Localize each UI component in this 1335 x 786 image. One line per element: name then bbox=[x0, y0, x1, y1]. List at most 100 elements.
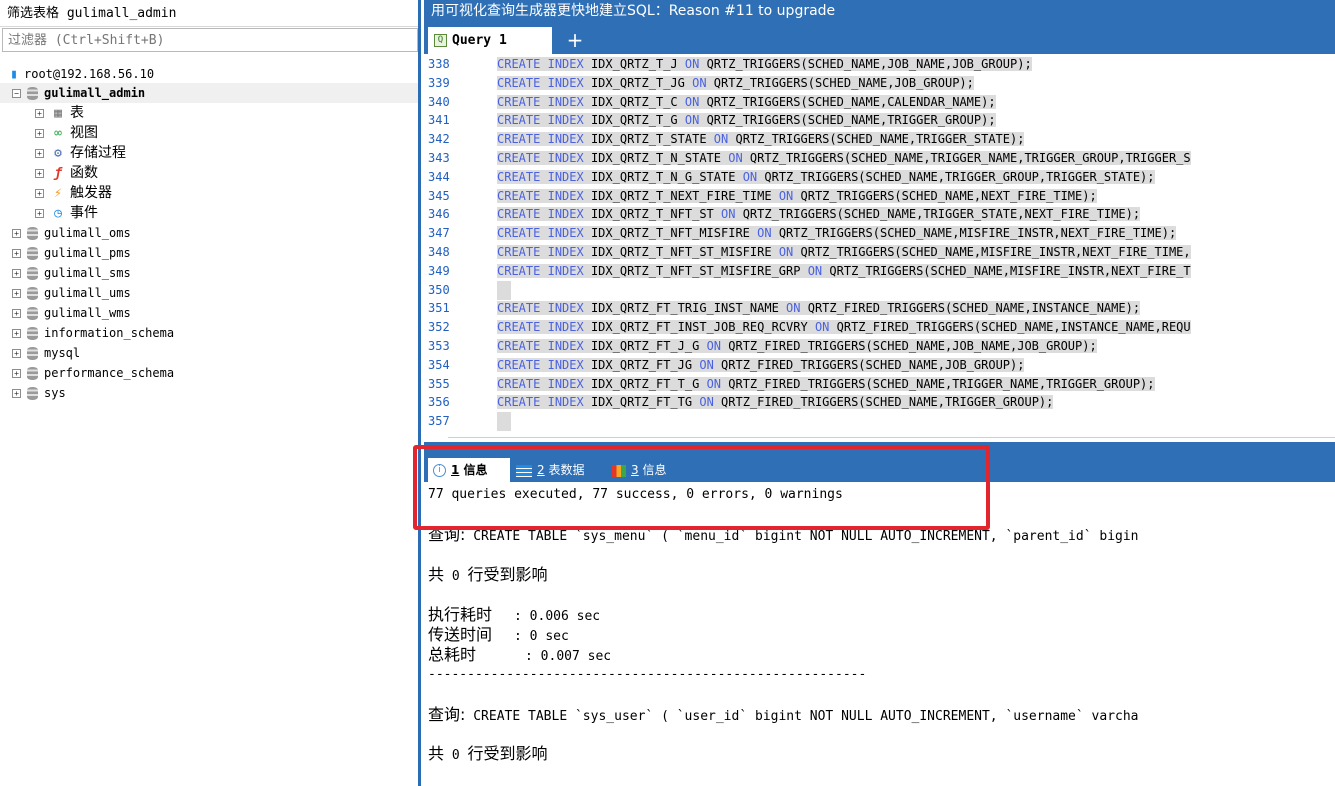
code-line[interactable]: 342 CREATE INDEX IDX_QRTZ_T_STATE ON QRTZ… bbox=[424, 130, 1335, 149]
code-line[interactable]: 345 CREATE INDEX IDX_QRTZ_T_NEXT_FIRE_TIM… bbox=[424, 187, 1335, 206]
code-line[interactable]: 339 CREATE INDEX IDX_QRTZ_T_JG ON QRTZ_TR… bbox=[424, 74, 1335, 93]
server-icon: ▮ bbox=[10, 66, 18, 82]
database-icon bbox=[27, 87, 38, 100]
code-line[interactable]: 338 CREATE INDEX IDX_QRTZ_T_J ON QRTZ_TRI… bbox=[424, 55, 1335, 74]
exec-value: : 0.006 sec bbox=[514, 609, 601, 624]
code-line[interactable]: 352 CREATE INDEX IDX_QRTZ_FT_INST_JOB_REQ… bbox=[424, 318, 1335, 337]
tree-category-procedures[interactable]: + ⚙ 存储过程 bbox=[35, 143, 126, 163]
add-tab-button[interactable]: + bbox=[565, 27, 585, 54]
expand-icon[interactable]: + bbox=[12, 349, 21, 358]
db-node[interactable]: + information_schema bbox=[12, 323, 174, 343]
category-label: 表 bbox=[70, 105, 84, 121]
tree-category-functions[interactable]: + ƒ 函数 bbox=[35, 163, 98, 183]
sql-identifier: QRTZ_TRIGGERS(SCHED_NAME,JOB_NAME,JOB_GR… bbox=[706, 57, 1032, 71]
tree-category-views[interactable]: + ∞ 视图 bbox=[35, 123, 98, 143]
line-number: 344 bbox=[428, 169, 450, 184]
sql-identifier: IDX_QRTZ_T_C bbox=[590, 94, 678, 109]
db-node-active[interactable]: − gulimall_admin bbox=[0, 83, 418, 103]
tab-info[interactable]: 3 信息 bbox=[612, 458, 666, 482]
db-node[interactable]: + performance_schema bbox=[12, 363, 174, 383]
panel-splitter[interactable] bbox=[424, 442, 1335, 456]
query-label: 查询: bbox=[428, 525, 466, 544]
connection-node[interactable]: ▮ root@192.168.56.10 bbox=[8, 64, 154, 84]
total-label: 总耗时 bbox=[428, 645, 477, 664]
sql-identifier: QRTZ_FIRED_TRIGGERS(SCHED_NAME,JOB_NAME,… bbox=[728, 339, 1097, 353]
db-node[interactable]: + gulimall_ums bbox=[12, 283, 131, 303]
db-node[interactable]: + sys bbox=[12, 383, 66, 403]
db-node[interactable]: + gulimall_pms bbox=[12, 243, 131, 263]
expand-icon[interactable]: + bbox=[12, 269, 21, 278]
code-line[interactable]: 356 CREATE INDEX IDX_QRTZ_FT_TG ON QRTZ_F… bbox=[424, 393, 1335, 412]
view-icon: ∞ bbox=[54, 125, 62, 141]
sql-keyword: INDEX bbox=[547, 169, 584, 184]
db-node[interactable]: + mysql bbox=[12, 343, 80, 363]
code-line[interactable]: 347 CREATE INDEX IDX_QRTZ_T_NFT_MISFIRE O… bbox=[424, 224, 1335, 243]
tree-category-tables[interactable]: + ▦ 表 bbox=[35, 103, 84, 123]
rows-affected: 共 0 行受到影响 bbox=[428, 565, 548, 587]
code-line[interactable]: 341 CREATE INDEX IDX_QRTZ_T_G ON QRTZ_TRI… bbox=[424, 111, 1335, 130]
expand-icon[interactable]: + bbox=[35, 149, 44, 158]
sql-editor[interactable]: 338 CREATE INDEX IDX_QRTZ_T_J ON QRTZ_TRI… bbox=[424, 54, 1335, 438]
table-icon: ▦ bbox=[54, 105, 62, 121]
expand-icon[interactable]: + bbox=[12, 229, 21, 238]
db-node[interactable]: + gulimall_wms bbox=[12, 303, 131, 323]
expand-icon[interactable]: + bbox=[35, 129, 44, 138]
horizontal-scrollbar[interactable] bbox=[448, 437, 1335, 438]
sql-keyword: CREATE bbox=[497, 376, 541, 391]
upgrade-banner[interactable]: 用可视化查询生成器更快地建立SQL：Reason #11 to upgrade bbox=[424, 0, 1335, 24]
expand-icon[interactable]: + bbox=[35, 109, 44, 118]
code-line[interactable]: 343 CREATE INDEX IDX_QRTZ_T_N_STATE ON QR… bbox=[424, 149, 1335, 168]
code-line[interactable]: 354 CREATE INDEX IDX_QRTZ_FT_JG ON QRTZ_F… bbox=[424, 356, 1335, 375]
sql-keyword: CREATE bbox=[497, 75, 541, 90]
sql-identifier: IDX_QRTZ_FT_T_G bbox=[590, 376, 700, 391]
code-text: CREATE INDEX IDX_QRTZ_T_NFT_ST_MISFIRE_G… bbox=[497, 263, 1191, 278]
sql-identifier: QRTZ_TRIGGERS(SCHED_NAME,MISFIRE_INSTR,N… bbox=[778, 226, 1177, 241]
tree-category-events[interactable]: + ◷ 事件 bbox=[35, 203, 98, 223]
code-line[interactable]: 353 CREATE INDEX IDX_QRTZ_FT_J_G ON QRTZ_… bbox=[424, 337, 1335, 356]
expand-icon[interactable]: + bbox=[12, 369, 21, 378]
db-label: mysql bbox=[44, 346, 81, 360]
sql-identifier: QRTZ_FIRED_TRIGGERS(SCHED_NAME,TRIGGER_G… bbox=[721, 395, 1054, 410]
expand-icon[interactable]: + bbox=[12, 389, 21, 398]
sql-identifier: QRTZ_TRIGGERS(SCHED_NAME,NEXT_FIRE_TIME)… bbox=[800, 188, 1097, 203]
collapse-icon[interactable]: − bbox=[12, 89, 21, 98]
expand-icon[interactable]: + bbox=[12, 289, 21, 298]
expand-icon[interactable]: + bbox=[35, 169, 44, 178]
expand-icon[interactable]: + bbox=[12, 309, 21, 318]
expand-icon[interactable]: + bbox=[35, 209, 44, 218]
filter-input[interactable] bbox=[2, 28, 418, 52]
line-number: 342 bbox=[428, 132, 450, 147]
db-label: gulimall_admin bbox=[44, 86, 146, 100]
db-node[interactable]: + gulimall_oms bbox=[12, 223, 131, 243]
sql-identifier: IDX_QRTZ_T_NEXT_FIRE_TIME bbox=[590, 188, 772, 203]
code-line[interactable]: 355 CREATE INDEX IDX_QRTZ_FT_T_G ON QRTZ_… bbox=[424, 375, 1335, 394]
sql-keyword: CREATE bbox=[497, 357, 541, 372]
sql-identifier: QRTZ_FIRED_TRIGGERS(SCHED_NAME,TRIGGER_N… bbox=[728, 376, 1155, 391]
code-line[interactable]: 357 bbox=[424, 412, 1335, 432]
expand-icon[interactable]: + bbox=[35, 189, 44, 198]
expand-icon[interactable]: + bbox=[12, 329, 21, 338]
expand-icon[interactable]: + bbox=[12, 249, 21, 258]
code-line[interactable]: 346 CREATE INDEX IDX_QRTZ_T_NFT_ST ON QRT… bbox=[424, 205, 1335, 224]
sql-keyword: CREATE bbox=[497, 395, 541, 410]
tab-table-data[interactable]: 2 表数据 bbox=[516, 458, 584, 482]
db-node[interactable]: + gulimall_sms bbox=[12, 263, 131, 283]
code-line[interactable]: 349 CREATE INDEX IDX_QRTZ_T_NFT_ST_MISFIR… bbox=[424, 262, 1335, 281]
tree-category-triggers[interactable]: + ⚡ 触发器 bbox=[35, 183, 112, 203]
code-line[interactable]: 344 CREATE INDEX IDX_QRTZ_T_N_G_STATE ON … bbox=[424, 168, 1335, 187]
line-number: 343 bbox=[428, 151, 450, 165]
sql-keyword: CREATE bbox=[497, 169, 541, 184]
affected-prefix: 共 bbox=[428, 744, 445, 763]
output-tab-bar: i1 信息 2 表数据 3 信息 bbox=[424, 456, 1335, 482]
tab-query-1[interactable]: Q Query 1 bbox=[428, 27, 552, 54]
code-line[interactable]: 351 CREATE INDEX IDX_QRTZ_FT_TRIG_INST_NA… bbox=[424, 299, 1335, 318]
code-line[interactable]: 340 CREATE INDEX IDX_QRTZ_T_C ON QRTZ_TRI… bbox=[424, 93, 1335, 112]
code-text: CREATE INDEX IDX_QRTZ_FT_J_G ON QRTZ_FIR… bbox=[497, 339, 1097, 353]
message-output: 77 queries executed, 77 success, 0 error… bbox=[424, 482, 1335, 786]
code-line[interactable]: 350 bbox=[424, 280, 1335, 300]
code-line[interactable]: 348 CREATE INDEX IDX_QRTZ_T_NFT_ST_MISFIR… bbox=[424, 243, 1335, 262]
sql-keyword: INDEX bbox=[547, 94, 584, 109]
sql-keyword: CREATE bbox=[497, 207, 541, 222]
line-number: 357 bbox=[428, 414, 450, 429]
tab-messages[interactable]: i1 信息 bbox=[428, 458, 510, 482]
